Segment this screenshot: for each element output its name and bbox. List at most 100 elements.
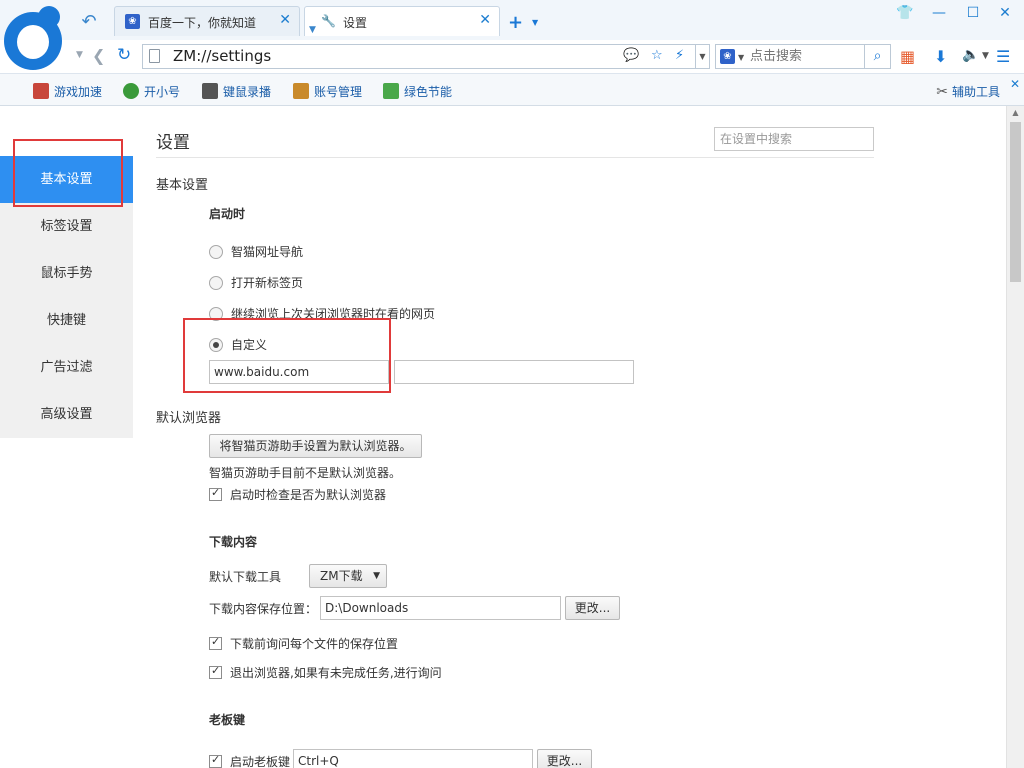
minimize-icon[interactable]: — [924,2,954,24]
sidebar-item-mouse-gestures[interactable]: 鼠标手势 [0,250,133,297]
sidebar-item-tabs[interactable]: 标签设置 [0,203,133,250]
tab-title: 设置 [343,16,368,30]
chevron-down-icon[interactable]: ▼ [695,45,709,68]
radio-button[interactable] [209,245,223,259]
search-box[interactable]: ❀ ▼ ⌕ [715,44,891,69]
checkbox-label: 启动老板键 [230,755,291,768]
scrollbar-thumb[interactable] [1010,122,1021,282]
wechat-icon[interactable]: 💬 [623,48,639,63]
radio-button-selected[interactable] [209,338,223,352]
tab-baidu[interactable]: ❀ 百度一下，你就知道 ✕ [114,6,300,36]
skin-icon[interactable]: 👕 [890,2,920,24]
address-bar[interactable]: ZM://settings 💬 ☆ ⚡ ▼ [142,44,710,69]
apps-icon[interactable]: ▦ [900,47,915,66]
select-value: ZM下载 [320,569,363,583]
bookmark-label: 键鼠录播 [223,85,272,99]
custom-url-input-2[interactable] [394,360,634,384]
startup-option-nav[interactable]: 智猫网址导航 [209,243,303,260]
checkbox[interactable] [209,486,222,501]
search-input[interactable] [750,47,860,66]
bookmark-game-accel[interactable]: 游戏加速 [33,83,102,100]
checkbox[interactable] [209,753,222,768]
close-icon[interactable]: ✕ [479,12,491,28]
lightning-icon[interactable]: ⚡ [675,48,684,63]
default-browser-status: 智猫页游助手目前不是默认浏览器。 [209,466,402,480]
set-default-browser-button[interactable]: 将智猫页游助手设置为默认浏览器。 [209,434,422,458]
undo-close-tab-icon[interactable]: ↶ [74,8,104,36]
menu-icon[interactable]: ☰ [996,47,1010,66]
tools-button[interactable]: ✂ 辅助工具 [936,83,1000,100]
bookmark-label: 绿色节能 [404,85,453,99]
checkbox[interactable] [209,664,222,679]
default-download-tool-label: 默认下载工具 [209,570,282,584]
bookmark-bar: 游戏加速 开小号 键鼠录播 账号管理 绿色节能 ✂ 辅助工具 ✕ [0,74,1024,106]
boss-key-heading: 老板键 [209,713,246,727]
download-icon[interactable]: ⬇ [934,47,947,66]
ask-save-location[interactable]: 下载前询问每个文件的保存位置 [209,635,398,652]
checkbox[interactable] [209,635,222,650]
chevron-down-icon: ▼ [309,25,316,35]
boss-key-input[interactable]: Ctrl+Q [293,749,533,768]
custom-url-input[interactable]: www.baidu.com [209,360,389,384]
download-path-input[interactable]: D:\Downloads [320,596,561,620]
page-title: 设置 [156,133,190,153]
sidebar-item-basic[interactable]: 基本设置 [0,156,133,203]
logo-hole-shape [17,25,49,59]
close-icon[interactable]: ✕ [279,12,291,28]
back-arrow-icon[interactable]: ❮ [92,46,105,65]
bookmark-account-manage[interactable]: 账号管理 [293,83,362,100]
user-icon [123,83,139,99]
vertical-scrollbar[interactable]: ▲ [1006,106,1024,768]
baidu-paw-icon[interactable]: ❀ [720,49,735,64]
bookmark-multi-account[interactable]: 开小号 [123,83,180,100]
bookmark-eco-mode[interactable]: 绿色节能 [383,83,452,100]
radio-button[interactable] [209,307,223,321]
check-default-on-start[interactable]: 启动时检查是否为默认浏览器 [209,486,386,503]
browser-logo[interactable] [4,6,66,70]
option-label: 自定义 [231,338,268,352]
option-label: 智猫网址导航 [231,245,304,259]
checkbox-label: 启动时检查是否为默认浏览器 [230,488,387,502]
sidebar-item-shortcuts[interactable]: 快捷键 [0,297,133,344]
maximize-icon[interactable]: ☐ [958,2,988,24]
sidebar-item-advanced[interactable]: 高级设置 [0,391,133,438]
search-icon[interactable]: ⌕ [864,45,890,68]
volume-icon[interactable]: 🔈 [962,47,979,63]
bookmark-macro-record[interactable]: 键鼠录播 [202,83,271,100]
tab-settings[interactable]: ▼ 🔧 设置 ✕ [304,6,500,36]
new-tab-button[interactable]: + [508,12,523,33]
chevron-down-icon[interactable]: ▼ [738,53,744,62]
refresh-icon[interactable]: ↻ [117,45,131,65]
tools-icon: ✂ [936,84,948,100]
leaf-icon [383,83,399,99]
sidebar-item-ad-filter[interactable]: 广告过滤 [0,344,133,391]
basic-settings-heading: 基本设置 [156,178,209,193]
url-text[interactable]: ZM://settings [173,47,271,65]
startup-option-newtab[interactable]: 打开新标签页 [209,274,303,291]
change-download-path-button[interactable]: 更改... [565,596,620,620]
startup-option-restore[interactable]: 继续浏览上次关闭浏览器时在看的网页 [209,305,435,322]
close-icon[interactable]: ✕ [1010,77,1020,91]
download-path-label: 下载内容保存位置： [209,602,318,616]
settings-search-input[interactable]: 在设置中搜索 [714,127,874,151]
radio-button[interactable] [209,276,223,290]
ask-on-exit[interactable]: 退出浏览器,如果有未完成任务,进行询问 [209,664,442,681]
default-browser-heading: 默认浏览器 [156,411,222,426]
change-boss-key-button[interactable]: 更改... [537,749,592,768]
page-icon [149,49,160,63]
address-toolbar: ▼ ❮ ↻ ZM://settings 💬 ☆ ⚡ ▼ ❀ ▼ ⌕ ▦ ⬇ 🔈 … [0,40,1024,74]
history-dropdown-icon[interactable]: ▼ [76,50,83,60]
chevron-down-icon[interactable]: ▼ [982,51,989,61]
star-icon[interactable]: ☆ [651,48,663,63]
chevron-down-icon: ▼ [373,571,380,581]
chevron-down-icon[interactable]: ▼ [532,18,538,27]
option-label: 继续浏览上次关闭浏览器时在看的网页 [231,307,436,321]
startup-option-custom[interactable]: 自定义 [209,336,267,353]
bookmark-label: 开小号 [144,85,181,99]
close-window-icon[interactable]: ✕ [990,2,1020,24]
rocket-icon [33,83,49,99]
enable-boss-key[interactable]: 启动老板键 [209,753,290,768]
scroll-up-icon[interactable]: ▲ [1007,108,1024,117]
download-tool-select[interactable]: ZM下载 ▼ [309,564,387,588]
checkbox-label: 下载前询问每个文件的保存位置 [230,637,399,651]
